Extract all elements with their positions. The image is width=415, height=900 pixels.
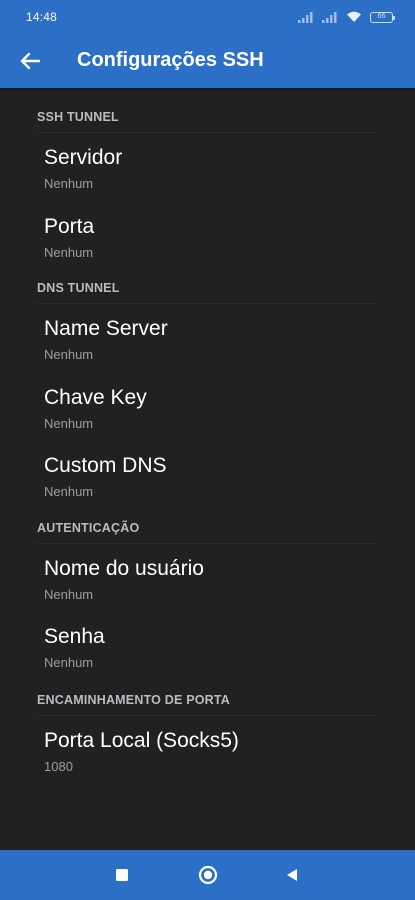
- section-header-ssh-tunnel: SSH TUNNEL: [37, 110, 119, 124]
- pref-title: Custom DNS: [44, 454, 167, 477]
- pref-summary: 1080: [44, 759, 73, 774]
- status-icons: 66: [298, 11, 395, 23]
- pref-item-servidor[interactable]: Servidor Nenhum: [0, 146, 415, 212]
- pref-summary: Nenhum: [44, 587, 94, 602]
- status-bar: 14:48 66: [0, 0, 415, 34]
- back-triangle-icon: [287, 869, 297, 881]
- section-header-encaminhamento-de-porta: ENCAMINHAMENTO DE PORTA: [37, 693, 231, 707]
- signal-icon: [322, 11, 337, 23]
- section-divider: [37, 543, 377, 544]
- section-header-dns-tunnel: DNS TUNNEL: [37, 281, 120, 295]
- battery-level: 66: [377, 12, 386, 20]
- pref-summary: Nenhum: [44, 484, 94, 499]
- back-button[interactable]: [16, 47, 44, 75]
- pref-title: Nome do usuário: [44, 557, 204, 580]
- pref-item-senha[interactable]: Senha Nenhum: [0, 625, 415, 691]
- wifi-icon: [347, 11, 361, 22]
- section-divider: [37, 132, 377, 133]
- recents-button[interactable]: [111, 864, 133, 886]
- pref-title: Name Server: [44, 317, 168, 340]
- settings-list: SSH TUNNEL Servidor Nenhum Porta Nenhum …: [0, 88, 415, 850]
- battery-icon: 66: [370, 11, 395, 23]
- signal-icon: [298, 11, 313, 23]
- pref-title: Porta: [44, 215, 95, 238]
- section-header-autenticacao: AUTENTICAÇÃO: [37, 521, 140, 535]
- pref-summary: Nenhum: [44, 416, 94, 431]
- home-button[interactable]: [197, 864, 219, 886]
- pref-item-nome-do-usuario[interactable]: Nome do usuário Nenhum: [0, 557, 415, 623]
- home-circle-icon: [198, 865, 218, 885]
- pref-item-porta[interactable]: Porta Nenhum: [0, 215, 415, 281]
- pref-title: Chave Key: [44, 386, 147, 409]
- pref-summary: Nenhum: [44, 176, 94, 191]
- pref-summary: Nenhum: [44, 347, 94, 362]
- page-title: Configurações SSH: [77, 49, 264, 71]
- pref-summary: Nenhum: [44, 655, 94, 670]
- pref-item-porta-local-socks5[interactable]: Porta Local (Socks5) 1080: [0, 729, 415, 795]
- pref-title: Senha: [44, 625, 105, 648]
- pref-item-name-server[interactable]: Name Server Nenhum: [0, 317, 415, 383]
- recents-square-icon: [116, 869, 128, 881]
- pref-item-chave-key[interactable]: Chave Key Nenhum: [0, 386, 415, 452]
- app-bar: Configurações SSH: [0, 34, 415, 88]
- nav-back-button[interactable]: [281, 864, 303, 886]
- section-divider: [37, 715, 377, 716]
- navigation-bar: [0, 850, 415, 900]
- pref-title: Servidor: [44, 146, 123, 169]
- pref-item-custom-dns[interactable]: Custom DNS Nenhum: [0, 454, 415, 520]
- arrow-left-icon: [20, 52, 40, 70]
- pref-title: Porta Local (Socks5): [44, 729, 239, 752]
- section-divider: [37, 303, 377, 304]
- status-time: 14:48: [26, 10, 58, 24]
- pref-summary: Nenhum: [44, 245, 94, 260]
